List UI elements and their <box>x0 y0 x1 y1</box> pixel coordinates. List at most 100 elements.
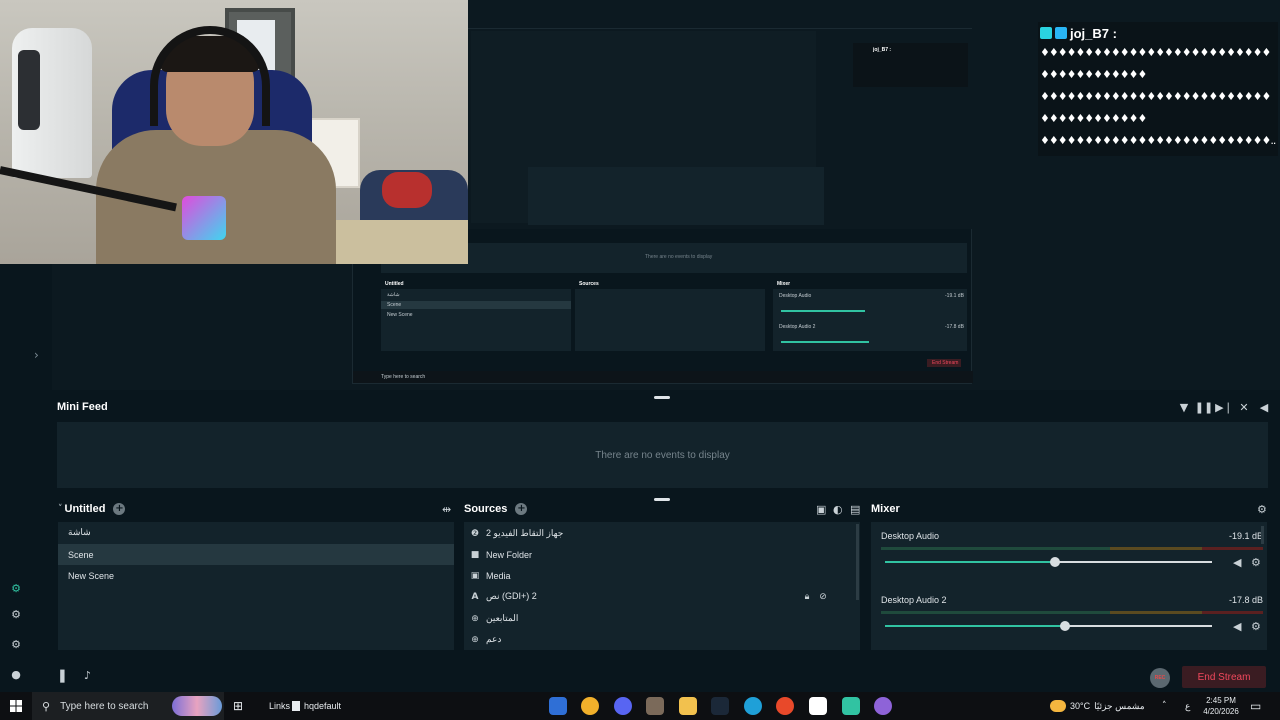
end-stream-button[interactable]: End Stream <box>1182 666 1266 688</box>
nested-scene-item: شاشة <box>387 292 400 298</box>
visibility-off-icon[interactable]: ⊘ <box>818 592 828 602</box>
nested-taskbar: Type here to search <box>353 371 973 383</box>
nested-sources-title: Sources <box>579 281 599 287</box>
twitch-app-icon[interactable] <box>874 697 892 715</box>
scene-transitions-icon[interactable]: ⇹ <box>442 503 451 516</box>
mod-badge-icon <box>1040 27 1052 39</box>
scene-item-label: شاشة <box>68 527 91 537</box>
weather-widget[interactable]: 30°C مشمس جزئيًا <box>1050 692 1145 720</box>
notification-center-icon[interactable]: ▭ <box>1250 692 1261 720</box>
source-item[interactable]: ▣ Media <box>470 565 511 586</box>
mixer-settings-gear-icon[interactable]: ⚙ <box>1257 503 1267 516</box>
hqdefault-link[interactable]: hqdefault <box>292 692 341 720</box>
scene-collection-chevron-icon[interactable]: ˅ <box>58 504 63 514</box>
stream-settings-icon[interactable]: ⚙ <box>9 607 23 621</box>
firefox-app-icon[interactable] <box>776 697 794 715</box>
scene-item[interactable]: New Scene <box>58 565 454 586</box>
expand-chevron-icon[interactable]: › <box>34 348 39 362</box>
source-item[interactable]: ⊕ المتابعين <box>470 608 518 629</box>
chrome-app-icon[interactable] <box>581 697 599 715</box>
streamlabs-desktop-icon[interactable] <box>842 697 860 715</box>
text-icon: A <box>471 591 479 602</box>
capcut-app-icon[interactable] <box>809 697 827 715</box>
mixer-scrollbar[interactable] <box>1261 526 1264 544</box>
source-item[interactable]: ⊕ دعم <box>470 629 501 650</box>
chat-message-line: ♦♦♦♦♦♦♦♦♦♦♦♦♦♦♦♦♦♦♦♦♦♦♦♦♦♦.. <box>1040 134 1276 147</box>
nested-scenes-title: Untitled <box>385 281 404 287</box>
notifications-bell-icon[interactable]: ♪ <box>84 669 91 682</box>
search-highlight-image <box>172 696 222 716</box>
discord-app-icon[interactable] <box>614 697 632 715</box>
source-label: دعم <box>486 634 502 644</box>
scene-collection-title[interactable]: Untitled <box>65 503 106 515</box>
taskbar-clock[interactable]: 2:45 PM 4/20/2026 <box>1198 695 1244 717</box>
scene-item[interactable]: Scene <box>58 544 454 565</box>
task-view-icon[interactable]: ⊞ <box>233 692 243 720</box>
channel-settings-gear-icon[interactable]: ⚙ <box>1251 620 1261 633</box>
tray-overflow-icon[interactable]: ˄ <box>1162 692 1167 720</box>
performance-stats-icon[interactable]: ▐ <box>56 670 64 683</box>
record-button[interactable]: REC <box>1150 668 1170 688</box>
settings-gear-icon[interactable]: ⚙ <box>9 637 23 651</box>
lock-icon[interactable]: 🔒︎ <box>802 592 812 602</box>
streamlabs-app-icon[interactable] <box>549 697 567 715</box>
skip-icon[interactable]: ▶❘ <box>1215 400 1233 414</box>
mini-feed-title: Mini Feed <box>57 401 108 413</box>
source-item[interactable]: ■ New Folder <box>470 544 532 565</box>
taskbar-search-box[interactable]: ⚲ Type here to search <box>32 692 224 720</box>
file-label: hqdefault <box>304 701 342 711</box>
pause-icon[interactable]: ❚❚ <box>1195 400 1213 414</box>
volume-slider[interactable] <box>885 621 1212 631</box>
volume-meter <box>881 611 1263 614</box>
file-explorer-icon[interactable] <box>679 697 697 715</box>
add-folder-icon[interactable]: ▤ <box>850 503 860 516</box>
volume-icon[interactable]: ◀ <box>1258 400 1270 414</box>
stream-health-icon[interactable]: ⚙ <box>9 581 23 595</box>
chat-message-line: ♦♦♦♦♦♦♦♦♦♦♦♦♦♦♦♦♦♦♦♦♦♦♦♦♦♦♦♦♦♦♦♦♦♦♦♦♦♦ <box>1040 46 1271 81</box>
mixer-channel-name: Desktop Audio 2 <box>881 595 947 605</box>
mute-speaker-icon[interactable]: ◀ <box>1233 556 1241 569</box>
windows-start-icon[interactable] <box>0 692 32 720</box>
volume-slider-knob[interactable] <box>1059 621 1070 631</box>
input-language[interactable]: ع <box>1185 692 1190 720</box>
filter-icon[interactable]: ▼ <box>1178 400 1190 414</box>
file-icon <box>292 701 300 711</box>
chat-overlay: joj_B7 : ♦♦♦♦♦♦♦♦♦♦♦♦♦♦♦♦♦♦♦♦♦♦♦♦♦♦♦♦♦♦♦… <box>1038 22 1278 156</box>
mini-feed-empty-text: There are no events to display <box>595 449 730 461</box>
scene-item-label: Scene <box>68 549 94 560</box>
add-scene-icon[interactable]: + <box>113 503 126 515</box>
photos-app-icon[interactable] <box>646 697 664 715</box>
folder-icon: ■ <box>470 549 480 560</box>
source-item[interactable]: ❷ جهاز التقاط الفيديو 2 <box>470 523 563 544</box>
mini-feed-controls: ▼ ❚❚ ▶❘ ✕ ◀ <box>1178 400 1270 414</box>
mixer-panel: Desktop Audio -19.1 dB ◀ ⚙ Desktop Audio… <box>871 522 1267 650</box>
source-label: نص (GDI+) 2 <box>486 591 537 601</box>
mute-speaker-icon[interactable]: ◀ <box>1233 620 1241 633</box>
input-language-label: ع <box>1185 700 1191 711</box>
sources-scrollbar[interactable] <box>856 524 859 600</box>
mixer-channel-db: -19.1 dB <box>1228 531 1263 541</box>
weather-temp: 30°C <box>1070 701 1091 711</box>
browser-icon: ⊕ <box>471 613 479 624</box>
selective-recording-icon[interactable]: ▣ <box>816 503 826 516</box>
profile-icon[interactable]: ● <box>9 667 23 681</box>
mixer-title: Mixer <box>871 503 900 515</box>
add-source-icon[interactable]: + <box>515 503 528 515</box>
feed-resize-handle[interactable] <box>654 498 670 501</box>
volume-slider-knob[interactable] <box>1050 557 1061 567</box>
edge-app-icon[interactable] <box>744 697 762 715</box>
audio-settings-icon[interactable]: ◐ <box>833 503 843 516</box>
mute-alerts-icon[interactable]: ✕ <box>1238 400 1250 414</box>
streamlabs-window: — ☐ ✕ › ⚙ ⚙ ⚙ ● joj_B7 : There are no ev… <box>0 0 1280 720</box>
steam-app-icon[interactable] <box>711 697 729 715</box>
volume-slider[interactable] <box>885 557 1212 567</box>
mini-feed-body: There are no events to display <box>57 422 1268 488</box>
nested-end-stream: End Stream <box>932 360 959 366</box>
source-item[interactable]: A نص (GDI+) 2 🔒︎ ⊘ <box>470 586 850 607</box>
nested-mixer-title: Mixer <box>777 281 791 287</box>
mixer-header: Mixer <box>871 503 900 515</box>
channel-settings-gear-icon[interactable]: ⚙ <box>1251 556 1261 569</box>
links-toolbar[interactable]: Links <box>269 692 290 720</box>
scene-item[interactable]: شاشة <box>58 522 454 543</box>
scenes-list: شاشة Scene New Scene <box>58 522 454 650</box>
